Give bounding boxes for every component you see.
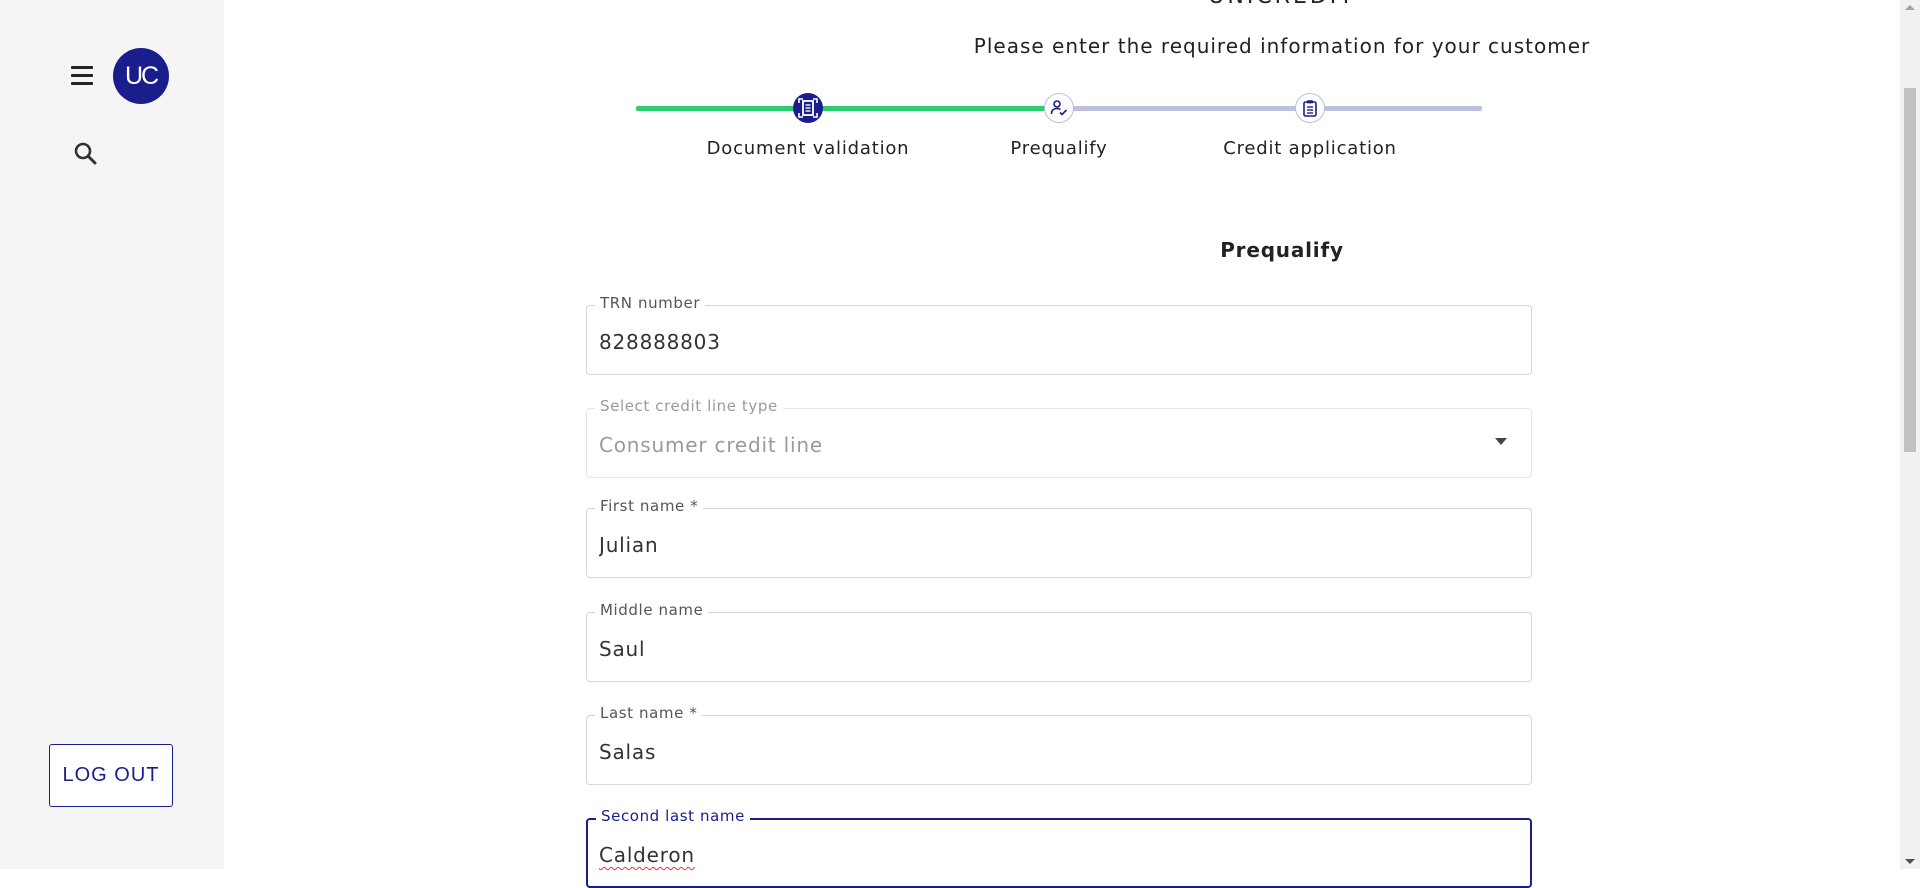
last-name-field[interactable]: Last name * <box>586 704 1532 785</box>
middle-name-input[interactable] <box>599 637 1479 661</box>
credit-line-type-select[interactable]: Select credit line type <box>586 397 1532 478</box>
trn-number-field[interactable]: TRN number <box>586 294 1532 375</box>
brand-title: UNICREDIT <box>1182 0 1382 9</box>
scroll-down-icon[interactable] <box>1905 859 1915 864</box>
first-name-input[interactable] <box>599 533 1479 557</box>
step-label-credit-application: Credit application <box>1223 138 1397 159</box>
first-name-field[interactable]: First name * <box>586 497 1532 578</box>
dropdown-arrow-icon[interactable] <box>1495 438 1507 445</box>
credit-line-type-label: Select credit line type <box>595 397 783 415</box>
middle-name-label: Middle name <box>595 601 709 619</box>
credit-line-type-value[interactable] <box>599 433 1479 457</box>
last-name-input[interactable] <box>599 740 1479 764</box>
second-last-name-input[interactable]: Calderon <box>599 843 1479 867</box>
avatar-initials: UC <box>124 61 159 90</box>
scroll-up-icon[interactable] <box>1905 5 1915 10</box>
search-icon[interactable] <box>72 140 100 168</box>
stepper-track-completed <box>636 106 1059 111</box>
section-title: Prequalify <box>1220 238 1344 262</box>
second-last-name-label: Second last name <box>596 807 750 825</box>
middle-name-field[interactable]: Middle name <box>586 601 1532 682</box>
trn-number-input[interactable] <box>599 330 1479 354</box>
step-label-document-validation: Document validation <box>706 138 910 159</box>
last-name-label: Last name * <box>595 704 703 722</box>
vertical-scrollbar[interactable] <box>1900 0 1920 869</box>
second-last-name-field[interactable]: Second last name Calderon <box>586 807 1532 888</box>
hamburger-menu-icon[interactable] <box>68 60 98 90</box>
trn-number-label: TRN number <box>595 294 706 312</box>
first-name-label: First name * <box>595 497 704 515</box>
step-credit-application-icon[interactable] <box>1295 93 1325 123</box>
page-subtitle: Please enter the required information fo… <box>973 34 1591 58</box>
progress-stepper: Document validation Prequalify Credit ap… <box>636 88 1482 178</box>
step-document-validation-icon[interactable] <box>793 93 823 123</box>
step-label-prequalify: Prequalify <box>1010 138 1108 159</box>
avatar[interactable]: UC <box>113 48 169 104</box>
scroll-thumb[interactable] <box>1904 88 1916 452</box>
stepper-track-pending <box>1059 106 1482 111</box>
logout-button[interactable]: LOG OUT <box>49 744 173 807</box>
sidebar: UC LOG OUT <box>0 0 224 869</box>
step-prequalify-icon[interactable] <box>1044 93 1074 123</box>
